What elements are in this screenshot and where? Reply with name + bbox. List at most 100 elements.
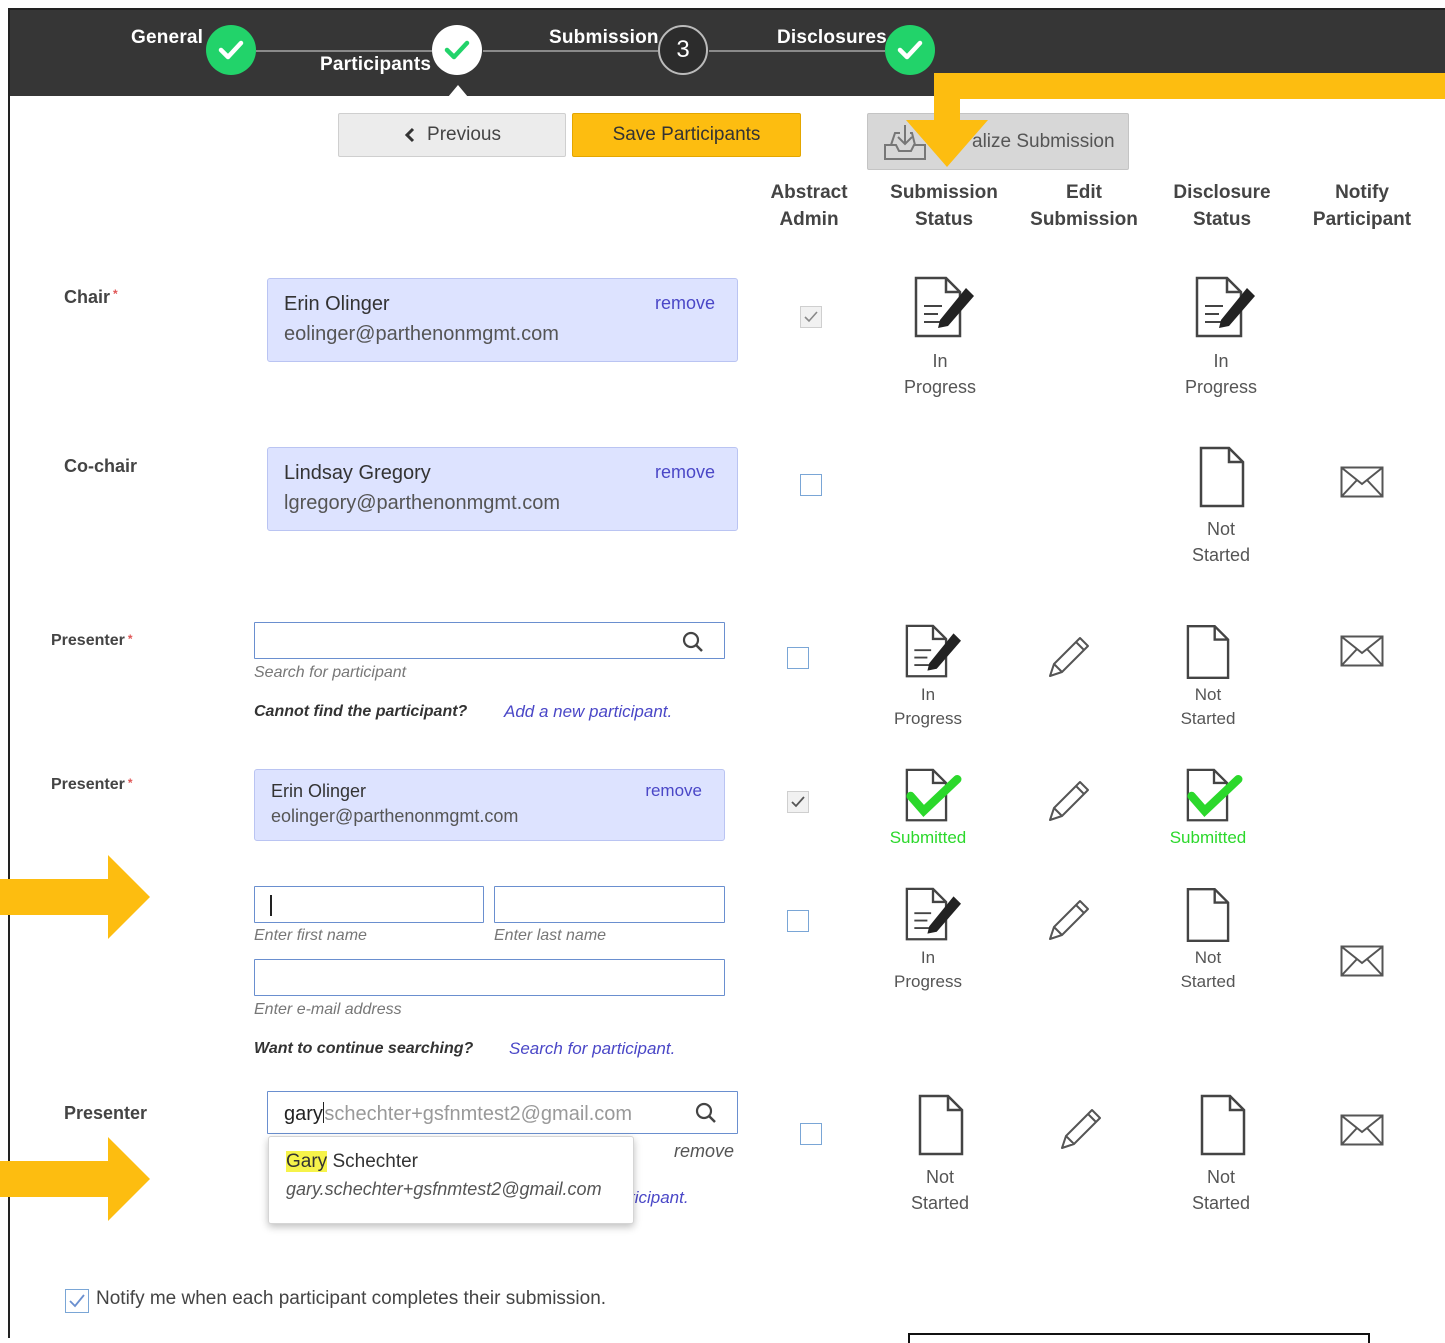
first-name-input[interactable]	[254, 886, 484, 923]
submission-status-text: In Progress	[903, 351, 977, 397]
participant-email: lgregory@parthenonmgmt.com	[284, 492, 560, 514]
search-icon[interactable]	[695, 1102, 717, 1124]
check-icon	[804, 311, 818, 323]
document-edit-icon	[1195, 276, 1255, 338]
document-blank-icon	[1186, 887, 1230, 943]
suggestion-email: gary.schechter+gsfnmtest2@gmail.com	[286, 1179, 602, 1199]
step-participants-check-icon[interactable]	[432, 25, 482, 75]
abstract-admin-checkbox[interactable]	[800, 474, 822, 496]
presenter-role-label: Presenter *	[51, 776, 133, 793]
abstract-admin-checkbox[interactable]	[787, 791, 809, 813]
chair-role-label: Chair *	[64, 287, 118, 307]
search-icon[interactable]	[682, 631, 704, 653]
mail-icon[interactable]	[1340, 466, 1384, 498]
abstract-admin-checkbox[interactable]	[787, 647, 809, 669]
autocomplete-dropdown: Gary Schechter gary.schechter+gsfnmtest2…	[268, 1136, 634, 1224]
col-abstract-admin: Abstract Admin	[770, 182, 848, 230]
disclosure-status-text: Not Started	[1191, 1167, 1251, 1213]
annotation-down-arrow-icon	[906, 73, 1445, 167]
annotation-right-arrow-icon	[0, 1137, 150, 1221]
mail-icon[interactable]	[1340, 1114, 1384, 1146]
email-hint: Enter e-mail address	[254, 1001, 402, 1018]
pencil-edit-icon[interactable]	[1046, 634, 1092, 680]
previous-button[interactable]: Previous	[338, 113, 566, 157]
text-cursor	[270, 895, 272, 916]
document-blank-icon	[1186, 624, 1230, 680]
add-new-participant-link[interactable]: ticipant.	[630, 1188, 689, 1208]
remove-link[interactable]: remove	[645, 781, 702, 801]
participant-name: Erin Olinger	[284, 293, 390, 315]
participant-name: Erin Olinger	[271, 781, 367, 801]
cochair-role-label: Co-chair	[64, 456, 138, 476]
step-general-label[interactable]: General	[131, 27, 203, 49]
document-blank-icon	[918, 1094, 964, 1156]
step-general-check-icon[interactable]	[206, 25, 256, 75]
add-new-participant-link[interactable]: Add a new participant.	[504, 702, 672, 722]
submission-status-text: Submitted	[889, 828, 967, 847]
participant-email: eolinger@parthenonmgmt.com	[271, 806, 519, 826]
document-edit-icon	[905, 887, 961, 941]
col-submission-status: Submission Status	[890, 182, 998, 230]
disclosure-status-text: Not Started	[1191, 519, 1251, 565]
step-submission-label[interactable]: Submission	[549, 27, 659, 49]
cannot-find-question: Cannot find the participant?	[254, 703, 468, 720]
suggestion-item[interactable]: Gary Schechter	[286, 1151, 418, 1173]
disclosure-status-text: Submitted	[1169, 828, 1247, 847]
disclosure-status-text: In Progress	[1184, 351, 1258, 397]
step-disclosures-check-icon[interactable]	[885, 25, 935, 75]
mail-icon[interactable]	[1340, 635, 1384, 667]
submission-status-text: In Progress	[893, 948, 963, 991]
remove-link[interactable]: remove	[655, 293, 715, 314]
continue-searching-question: Want to continue searching?	[254, 1040, 474, 1057]
abstract-admin-checkbox[interactable]	[787, 910, 809, 932]
document-edit-icon	[905, 624, 961, 678]
email-input[interactable]	[254, 959, 725, 996]
document-blank-icon	[1199, 446, 1245, 508]
notify-me-label: Notify me when each participant complete…	[96, 1288, 607, 1309]
first-name-hint: Enter first name	[254, 927, 367, 944]
chair-participant-card: Erin Olinger eolinger@parthenonmgmt.com …	[267, 278, 738, 362]
document-submitted-icon	[905, 768, 962, 822]
check-icon	[791, 796, 805, 808]
step-participants-label[interactable]: Participants	[320, 54, 431, 76]
abstract-admin-checkbox[interactable]	[800, 1123, 822, 1145]
col-notify-participant: Notify Participant	[1312, 182, 1412, 230]
cochair-participant-card: Lindsay Gregory lgregory@parthenonmgmt.c…	[267, 447, 738, 531]
annotation-right-arrow-icon	[0, 855, 150, 939]
pencil-edit-icon[interactable]	[1046, 778, 1092, 824]
pencil-edit-icon[interactable]	[1046, 897, 1092, 943]
mail-icon[interactable]	[1340, 945, 1384, 977]
col-edit-submission: Edit Submission	[1030, 182, 1138, 230]
participant-email: eolinger@parthenonmgmt.com	[284, 323, 559, 345]
step-submission-number[interactable]: 3	[658, 25, 708, 75]
step-disclosures-label[interactable]: Disclosures	[777, 27, 887, 49]
remove-link[interactable]: remove	[674, 1141, 734, 1162]
step-connector	[709, 50, 885, 52]
last-name-input[interactable]	[494, 886, 725, 923]
check-icon	[69, 1294, 85, 1308]
participant-search-input[interactable]: garyschechter+gsfnmtest2@gmail.com	[267, 1091, 738, 1134]
submission-status-text: In Progress	[893, 685, 963, 728]
document-blank-icon	[1200, 1094, 1246, 1156]
search-input-value: garyschechter+gsfnmtest2@gmail.com	[284, 1102, 633, 1125]
document-edit-icon	[914, 276, 974, 338]
col-disclosure-status: Disclosure Status	[1173, 182, 1271, 230]
document-submitted-icon	[1186, 768, 1243, 822]
current-step-caret-icon	[448, 85, 468, 97]
last-name-hint: Enter last name	[494, 927, 607, 944]
presenter-role-label: Presenter	[64, 1103, 148, 1123]
pencil-edit-icon[interactable]	[1058, 1106, 1104, 1152]
previous-label: Previous	[427, 124, 501, 145]
search-participant-link[interactable]: Search for participant.	[509, 1039, 675, 1059]
participant-name: Lindsay Gregory	[284, 462, 431, 484]
disclosure-status-text: Not Started	[1180, 948, 1236, 991]
disclosure-status-text: Not Started	[1180, 685, 1236, 728]
search-hint: Search for participant	[254, 664, 407, 681]
notify-me-checkbox[interactable]	[65, 1289, 89, 1313]
save-participants-button[interactable]: Save Participants	[572, 113, 801, 157]
abstract-admin-checkbox[interactable]	[800, 306, 822, 328]
participant-search-input[interactable]	[254, 622, 725, 659]
remove-link[interactable]: remove	[655, 462, 715, 483]
presenter-role-label: Presenter *	[51, 632, 133, 649]
chevron-left-icon	[404, 127, 415, 143]
